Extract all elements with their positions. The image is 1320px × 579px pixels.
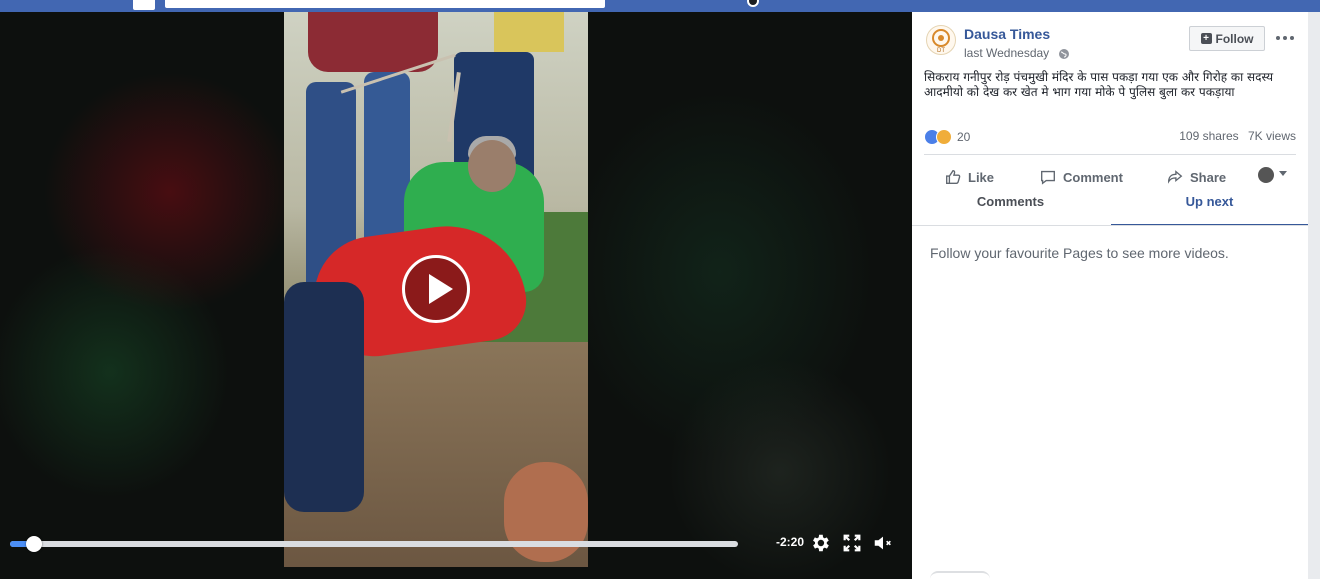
comment-label: Comment bbox=[1063, 169, 1123, 185]
page-avatar[interactable]: DT bbox=[926, 25, 956, 55]
play-button[interactable] bbox=[402, 255, 470, 323]
post-date[interactable]: last Wednesday bbox=[964, 46, 1049, 60]
facebook-top-bar bbox=[0, 0, 1320, 12]
nav-avatar[interactable] bbox=[747, 0, 759, 7]
follow-label: Follow bbox=[1215, 31, 1254, 46]
volume-muted-icon[interactable] bbox=[872, 532, 894, 554]
facebook-logo-icon[interactable] bbox=[133, 0, 155, 10]
share-button[interactable]: Share bbox=[1166, 166, 1226, 188]
video-player[interactable]: -2:20 bbox=[0, 12, 912, 579]
scene-person bbox=[308, 12, 438, 72]
like-label: Like bbox=[968, 169, 995, 185]
follow-button[interactable]: + Follow bbox=[1189, 26, 1265, 51]
divider bbox=[924, 154, 1296, 155]
scene-person bbox=[494, 12, 564, 52]
fullscreen-icon[interactable] bbox=[841, 532, 863, 554]
comment-button[interactable]: Comment bbox=[1039, 166, 1123, 188]
more-icon[interactable] bbox=[1274, 29, 1296, 41]
time-remaining: -2:20 bbox=[775, 535, 804, 549]
next-item-peek bbox=[930, 571, 990, 579]
scene-person bbox=[284, 282, 364, 512]
post-stats: 109 shares 7K views bbox=[1179, 129, 1296, 143]
progress-bar[interactable] bbox=[10, 536, 738, 552]
page-logo-text: DT bbox=[937, 48, 945, 54]
comment-icon bbox=[1041, 170, 1055, 185]
plus-icon: + bbox=[1200, 33, 1212, 44]
chevron-down-icon[interactable] bbox=[1279, 171, 1287, 176]
post-caption: सिकराय गनीपुर रोड़ पंचमुखी मंदिर के पास … bbox=[924, 70, 1274, 99]
video-controls: -2:20 bbox=[0, 532, 912, 579]
progress-handle[interactable] bbox=[26, 536, 43, 552]
gear-icon[interactable] bbox=[809, 532, 831, 554]
tab-comments[interactable]: Comments bbox=[912, 194, 1109, 226]
like-icon bbox=[946, 170, 961, 184]
share-label: Share bbox=[1190, 169, 1227, 185]
tab-up-next[interactable]: Up next bbox=[1111, 194, 1308, 226]
haha-reaction-icon bbox=[936, 129, 952, 145]
search-input[interactable] bbox=[165, 0, 605, 8]
play-icon bbox=[429, 274, 453, 304]
globe-icon bbox=[1058, 45, 1070, 59]
share-count[interactable]: 109 shares bbox=[1179, 129, 1238, 143]
reaction-count: 20 bbox=[957, 130, 971, 144]
reaction-summary[interactable]: 20 bbox=[924, 128, 970, 146]
post-as-avatar[interactable] bbox=[1258, 167, 1274, 183]
tabs-divider bbox=[912, 225, 1308, 226]
page-name[interactable]: Dausa Times bbox=[964, 26, 1050, 42]
page-scrollbar[interactable] bbox=[1308, 12, 1320, 579]
like-button[interactable]: Like bbox=[944, 166, 994, 188]
share-icon bbox=[1168, 170, 1183, 184]
post-panel: DT Dausa Times last Wednesday + Follow स… bbox=[912, 12, 1308, 579]
up-next-empty-message: Follow your favourite Pages to see more … bbox=[930, 245, 1229, 261]
scene-person bbox=[468, 140, 516, 192]
view-count: 7K views bbox=[1247, 129, 1296, 143]
